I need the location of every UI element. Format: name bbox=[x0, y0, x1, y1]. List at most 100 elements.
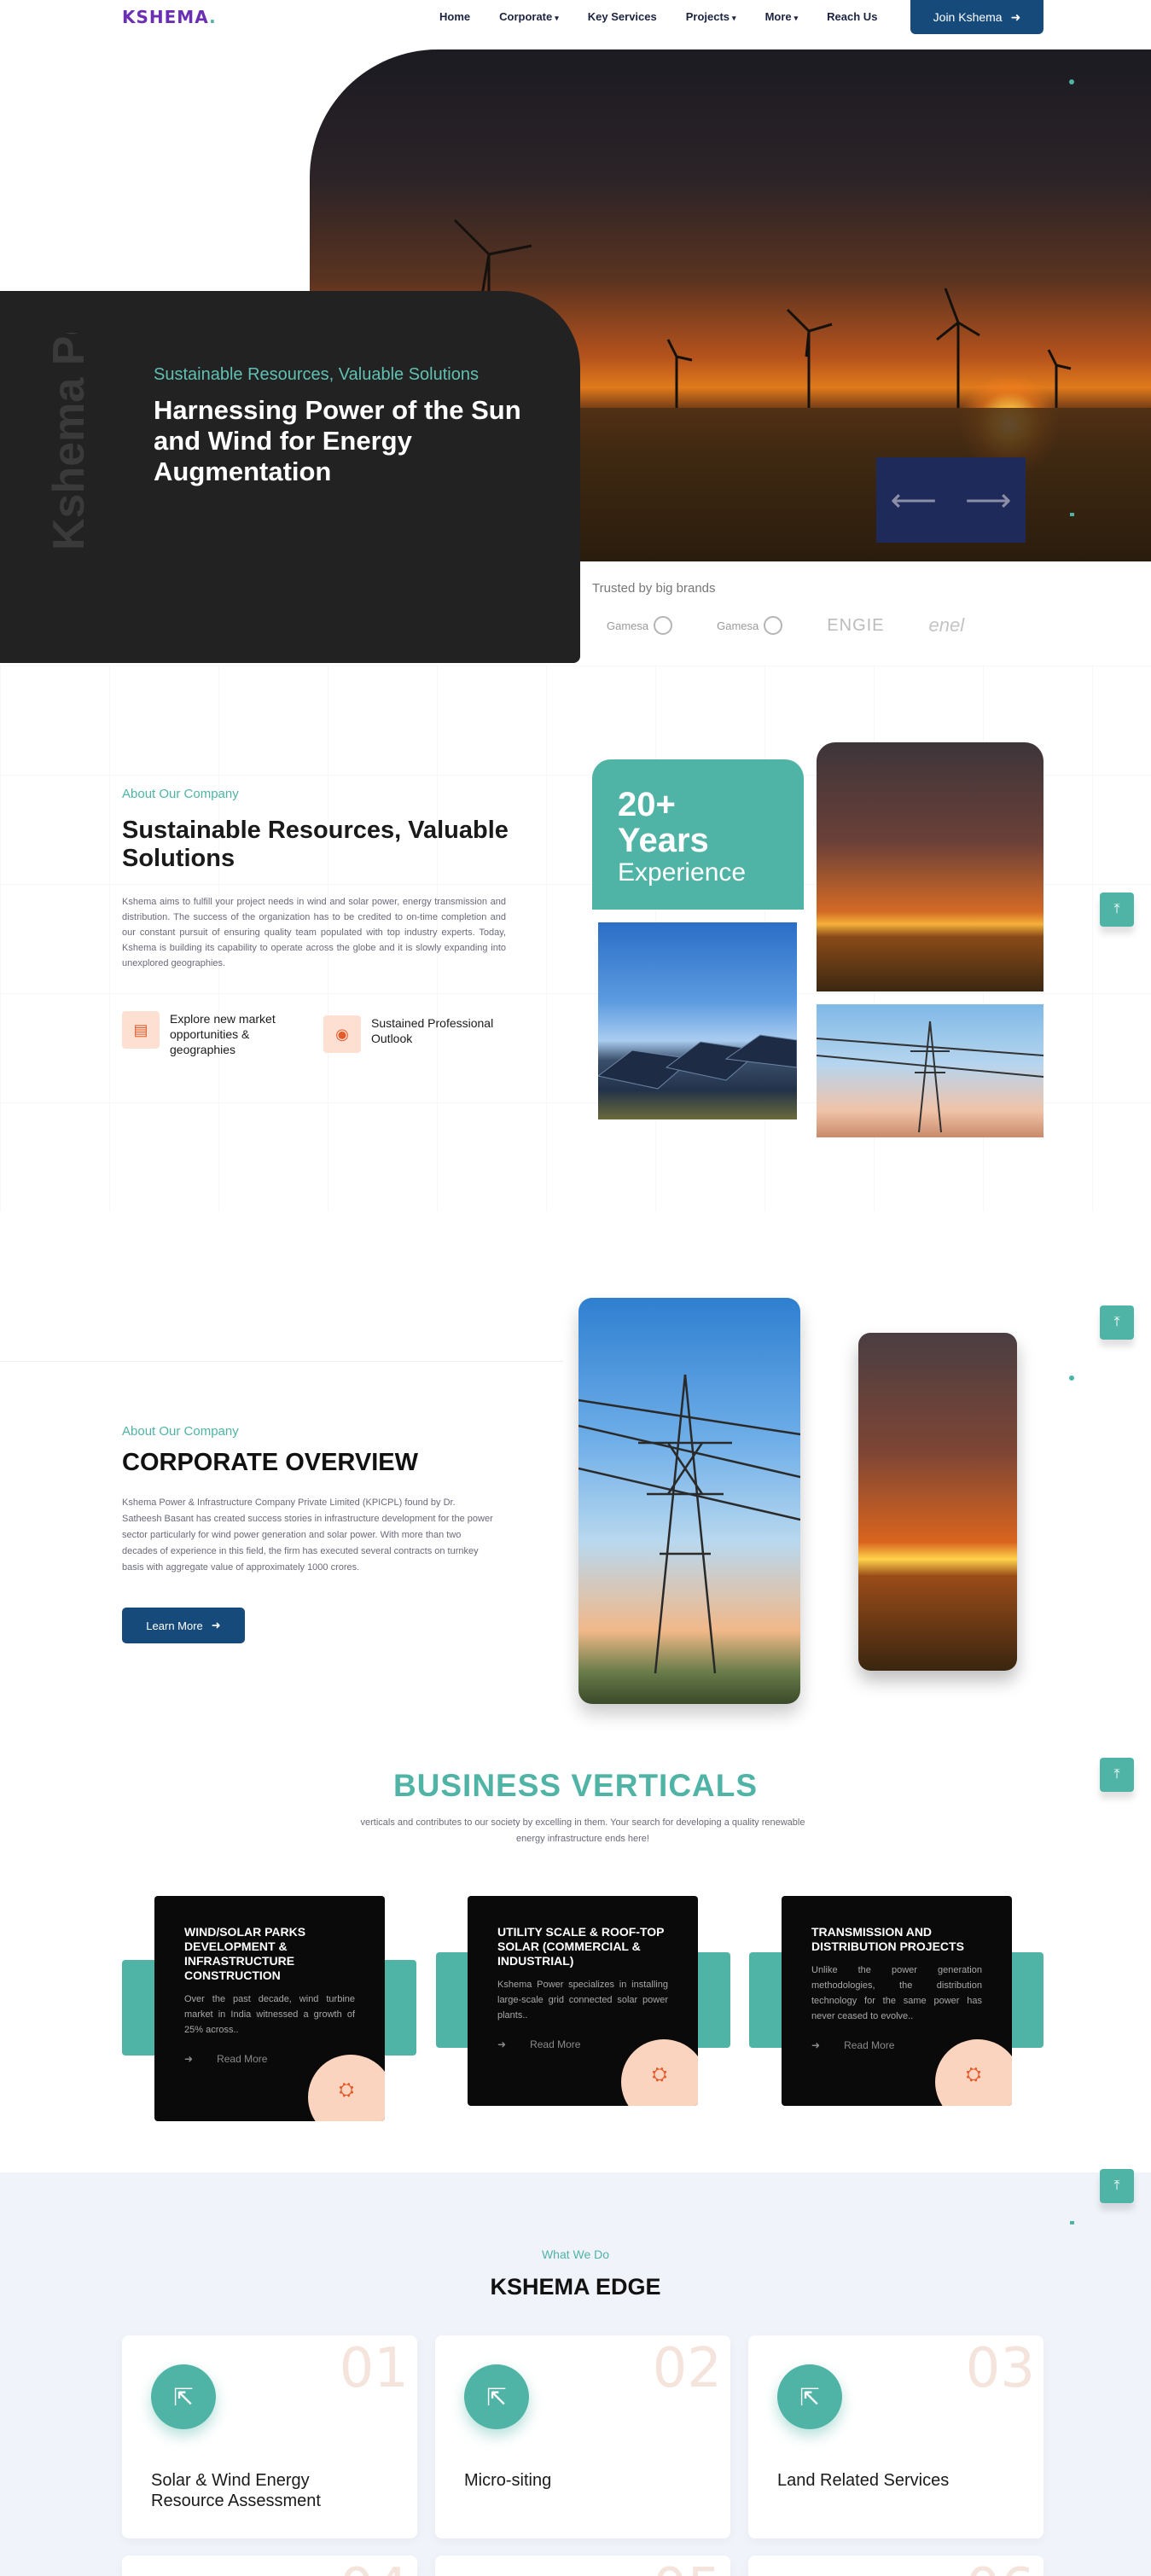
tower-graphic bbox=[578, 1374, 801, 1674]
corporate-eyebrow: About Our Company bbox=[122, 1424, 239, 1439]
card-label: Land Related Services bbox=[777, 2471, 950, 2490]
nav-key-services-label: Key Services bbox=[587, 10, 657, 23]
decor-dot bbox=[1069, 79, 1074, 84]
edge-title: KSHEMA EDGE bbox=[490, 2274, 661, 2300]
card-number: 03 bbox=[965, 2337, 1035, 2400]
hero-watermark-text: Kshema Power bbox=[44, 333, 94, 550]
corporate-title: CORPORATE OVERVIEW bbox=[122, 1449, 418, 1476]
logo-text: KSHEMA bbox=[122, 7, 210, 27]
brand-gamesa-logo: Gamesa bbox=[717, 616, 783, 635]
verticals-text: verticals and contributes to our society… bbox=[360, 1817, 805, 1844]
vertical-card-transmission[interactable]: TRANSMISSION AND DISTRIBUTION PROJECTS U… bbox=[782, 1896, 1012, 2106]
card-label: Micro-siting bbox=[464, 2471, 552, 2490]
arrow-right-icon: ➜ bbox=[497, 2038, 507, 2050]
card-number: 02 bbox=[652, 2337, 722, 2400]
card-number: 01 bbox=[339, 2337, 409, 2400]
experience-label: Experience bbox=[618, 858, 747, 887]
arrow-right-icon[interactable]: ⟶ bbox=[965, 481, 1011, 520]
read-more-label: Read More bbox=[217, 2053, 268, 2065]
nav-reach-us-label: Reach Us bbox=[827, 10, 878, 23]
decor-dot bbox=[1070, 513, 1074, 516]
hero-title: Harnessing Power of the Sun and Wind for… bbox=[154, 395, 521, 486]
arrow-up-icon: ⤒ bbox=[1113, 1315, 1120, 1329]
learn-more-label: Learn More bbox=[146, 1619, 203, 1632]
nav-key-services[interactable]: Key Services bbox=[588, 10, 657, 23]
edge-card-next[interactable]: 06 bbox=[748, 2556, 1043, 2576]
brand-gamesa-logo: Gamesa bbox=[607, 616, 673, 635]
join-kshema-button[interactable]: Join Kshema ➜ bbox=[910, 0, 1043, 34]
chevron-down-icon: ▾ bbox=[732, 14, 736, 22]
edge-card-next[interactable]: 04 bbox=[122, 2556, 417, 2576]
nav-home[interactable]: Home bbox=[439, 10, 470, 23]
edge-eyebrow: What We Do bbox=[541, 2247, 610, 2261]
nav-more-label: More bbox=[764, 10, 792, 23]
tower-graphic bbox=[816, 1021, 1044, 1133]
feature-professional-outlook: ◉ Sustained Professional Outlook bbox=[323, 1015, 499, 1053]
feature-explore-market: ▤ Explore new market opportunities & geo… bbox=[122, 1011, 298, 1057]
slider-controls: ⟵ ⟶ bbox=[876, 457, 1026, 543]
nav-home-label: Home bbox=[439, 10, 471, 23]
about-text: Kshema aims to fulfill your project need… bbox=[122, 897, 506, 968]
nav-links: Home Corporate ▾ Key Services Projects ▾ M… bbox=[439, 10, 906, 23]
transmission-tower-image bbox=[816, 1004, 1044, 1137]
kshema-logo[interactable]: KSHEMA. bbox=[122, 7, 217, 27]
arrow-right-icon: ➜ bbox=[211, 1619, 221, 1631]
brand-name: Gamesa bbox=[607, 619, 649, 632]
sunset-turbine-image bbox=[817, 742, 1043, 991]
learn-more-button[interactable]: Learn More ➜ bbox=[122, 1608, 245, 1643]
feature-label: Sustained Professional Outlook bbox=[371, 1016, 494, 1045]
arrow-up-icon: ⤒ bbox=[1113, 2178, 1120, 2193]
nav-projects-label: Projects bbox=[685, 10, 730, 23]
nav-corporate[interactable]: Corporate ▾ bbox=[499, 10, 559, 23]
edge-card-next[interactable]: 05 bbox=[435, 2556, 730, 2576]
about-eyebrow: About Our Company bbox=[122, 787, 239, 801]
scroll-top-button[interactable]: ⤒ bbox=[1100, 1305, 1134, 1340]
nav-projects[interactable]: Projects ▾ bbox=[686, 10, 736, 23]
brand-name: ENGIE bbox=[827, 615, 885, 635]
card-title: TRANSMISSION AND DISTRIBUTION PROJECTS bbox=[811, 1925, 964, 1953]
card-title: WIND/SOLAR PARKS DEVELOPMENT & INFRASTRU… bbox=[184, 1925, 306, 1982]
arrow-right-icon: ➜ bbox=[811, 2039, 821, 2051]
decor-dot bbox=[1070, 2221, 1074, 2224]
card-desc: Kshema Power specializes in installing l… bbox=[497, 1980, 668, 2021]
logo-dot: . bbox=[209, 7, 217, 27]
edge-card-land-services[interactable]: 03 ⇱ Land Related Services bbox=[748, 2335, 1043, 2538]
edge-card-micro-siting[interactable]: 02 ⇱ Micro-siting bbox=[435, 2335, 730, 2538]
nav-more[interactable]: More ▾ bbox=[765, 10, 799, 23]
scroll-top-button[interactable]: ⤒ bbox=[1100, 893, 1134, 927]
scroll-top-button[interactable]: ⤒ bbox=[1100, 2169, 1134, 2203]
edge-card-resource-assessment[interactable]: 01 ⇱ Solar & Wind Energy Resource Assess… bbox=[122, 2335, 417, 2538]
verticals-title: BUSINESS VERTICALS bbox=[392, 1768, 759, 1803]
experience-badge: 20+ Years Experience bbox=[592, 759, 804, 910]
brand-enel-logo: enel bbox=[929, 614, 965, 637]
hero-watermark: Kshema Power bbox=[44, 333, 94, 550]
corporate-text: Kshema Power & Infrastructure Company Pr… bbox=[122, 1497, 493, 1573]
page: KSHEMA. Home Corporate ▾ Key Services Pro… bbox=[0, 0, 1151, 2576]
arrow-right-icon: ➜ bbox=[184, 2053, 194, 2065]
hero-subtitle: Sustainable Resources, Valuable Solution… bbox=[154, 365, 479, 384]
join-label: Join Kshema bbox=[933, 10, 1003, 24]
arrow-up-left-icon: ⇱ bbox=[464, 2364, 529, 2429]
experience-number: 20+ bbox=[618, 786, 676, 823]
sunset-turbine-portrait-image bbox=[858, 1333, 1017, 1671]
read-more-label: Read More bbox=[844, 2039, 895, 2051]
tall-transmission-tower-image bbox=[578, 1298, 801, 1704]
arrow-right-icon: ➜ bbox=[1010, 9, 1021, 24]
brand-name: Gamesa bbox=[717, 619, 759, 632]
arrow-left-icon[interactable]: ⟵ bbox=[891, 481, 937, 520]
chevron-down-icon: ▾ bbox=[793, 14, 799, 22]
nav-corporate-label: Corporate bbox=[499, 10, 553, 23]
experience-years: Years bbox=[618, 822, 709, 859]
card-number: 04 bbox=[340, 2557, 409, 2576]
about-title: Sustainable Resources, Valuable Solution… bbox=[122, 817, 509, 872]
feature-label: Explore new market opportunities & geogr… bbox=[170, 1012, 276, 1056]
divider bbox=[0, 1361, 563, 1362]
vertical-card-wind-solar[interactable]: WIND/SOLAR PARKS DEVELOPMENT & INFRASTRU… bbox=[154, 1896, 385, 2121]
chevron-down-icon: ▾ bbox=[555, 14, 559, 22]
nav-reach-us[interactable]: Reach Us bbox=[827, 10, 877, 23]
arrow-up-left-icon: ⇱ bbox=[151, 2364, 216, 2429]
card-label: Solar & Wind Energy Resource Assessment bbox=[151, 2471, 321, 2510]
arrow-up-icon: ⤒ bbox=[1113, 902, 1120, 916]
brand-engie-logo: ENGIE bbox=[827, 616, 884, 636]
vertical-card-utility-solar[interactable]: UTILITY SCALE & ROOF-TOP SOLAR (COMMERCI… bbox=[468, 1896, 698, 2106]
